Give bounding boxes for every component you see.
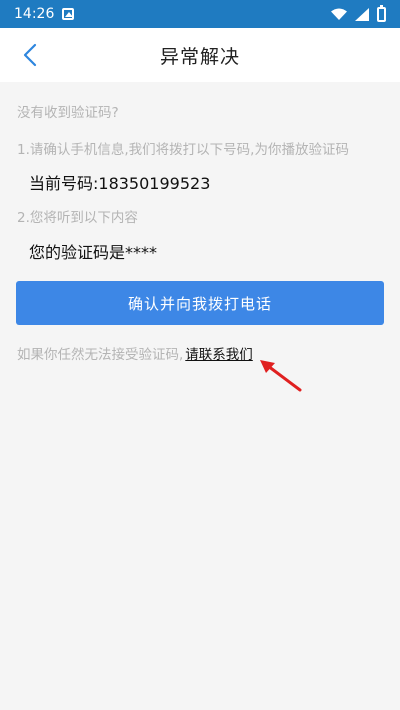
step1-instruction: 1.请确认手机信息,我们将拨打以下号码,为你播放验证码 bbox=[17, 142, 349, 158]
help-text: 如果你任然无法接受验证码, bbox=[17, 347, 184, 363]
current-number: 当前号码:18350199523 bbox=[29, 174, 211, 193]
main-content: 没有收到验证码? 1.请确认手机信息,我们将拨打以下号码,为你播放验证码 当前号… bbox=[0, 82, 400, 710]
signal-icon bbox=[355, 7, 369, 21]
contact-us-link[interactable]: 请联系我们 bbox=[185, 343, 253, 363]
step2-instruction: 2.您将听到以下内容 bbox=[17, 210, 138, 226]
page-title: 异常解决 bbox=[159, 45, 240, 68]
battery-icon bbox=[377, 4, 386, 22]
wifi-icon bbox=[331, 8, 347, 20]
confirm-call-button[interactable]: 确认并向我拨打电话 bbox=[16, 281, 384, 325]
no-code-question: 没有收到验证码? bbox=[17, 105, 119, 121]
back-button[interactable] bbox=[10, 36, 50, 74]
app-bar: 异常解决 bbox=[0, 28, 400, 82]
status-time: 14:26 bbox=[14, 6, 55, 22]
photo-icon bbox=[62, 8, 75, 20]
code-message: 您的验证码是**** bbox=[29, 243, 158, 262]
status-right bbox=[331, 4, 386, 22]
annotation-arrow-icon bbox=[260, 360, 302, 392]
status-bar: 14:26 bbox=[0, 0, 400, 28]
help-row: 如果你任然无法接受验证码, 请联系我们 bbox=[17, 343, 253, 363]
status-left: 14:26 bbox=[14, 6, 75, 22]
chevron-left-icon bbox=[23, 43, 37, 67]
